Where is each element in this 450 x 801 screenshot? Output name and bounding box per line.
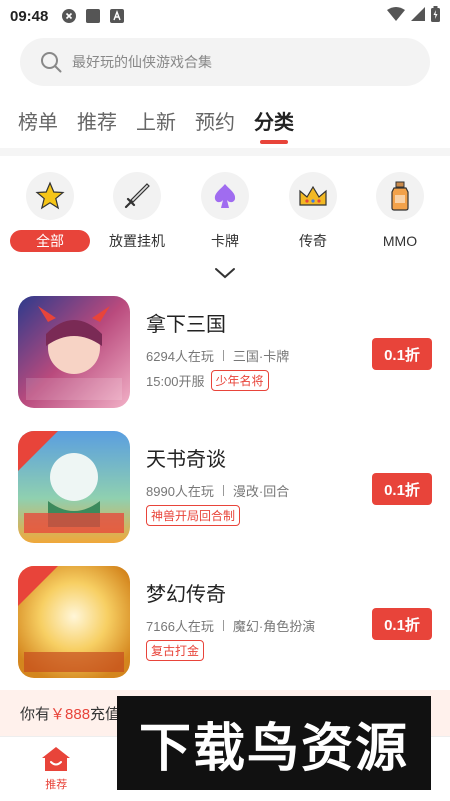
game-meta: 6294人在玩 三国·卡牌 [146,346,289,365]
tab-ranking[interactable]: 榜单 [18,106,58,135]
category-label: 传奇 [299,230,327,252]
category-label: 全部 [10,230,90,252]
game-tags: 15:00开服 少年名将 [146,370,269,391]
banner-amount: ￥888 [50,706,90,723]
category-label: 放置挂机 [109,230,165,252]
category-mmo[interactable]: MMO [355,172,445,252]
top-tabs: 榜单 推荐 上新 预约 分类 [18,106,294,135]
category-label: MMO [383,230,417,252]
category-label: 卡牌 [211,230,239,252]
font-notification-icon [110,9,124,23]
banner-suffix: 充值 [90,706,120,723]
game-tags: 复古打金 [146,640,204,661]
category-idle[interactable]: 放置挂机 [92,172,182,252]
game-tag: 少年名将 [211,370,269,391]
section-divider [0,148,450,156]
meta-divider [223,485,224,496]
game-list-item[interactable]: 天书奇谈 8990人在玩 漫改·回合 神兽开局回合制 0.1折 [0,431,450,549]
discount-badge[interactable]: 0.1折 [372,338,432,370]
banner-prefix: 你有 [20,706,50,723]
game-players: 6294人在玩 [146,346,214,365]
signal-icon [411,7,425,26]
tab-category[interactable]: 分类 [254,106,294,135]
crown-icon [297,183,329,209]
game-players: 8990人在玩 [146,481,214,500]
watermark-text: 下载鸟资源 [139,706,409,781]
game-tag: 神兽开局回合制 [146,505,240,526]
discount-badge[interactable]: 0.1折 [372,608,432,640]
blocked-notification-icon [62,9,76,23]
game-name: 梦幻传奇 [146,578,226,607]
search-placeholder: 最好玩的仙侠游戏合集 [72,52,212,72]
category-icon-wrapper [289,172,337,220]
game-open-time: 15:00开服 [146,371,205,390]
game-list-item[interactable]: 梦幻传奇 7166人在玩 魔幻·角色扮演 复古打金 0.1折 [0,566,450,684]
category-legend[interactable]: 传奇 [268,172,358,252]
category-icon-wrapper [26,172,74,220]
category-all[interactable]: 全部 [5,172,95,252]
battery-icon [431,6,440,27]
tab-reserve[interactable]: 预约 [195,106,235,135]
game-tag: 复古打金 [146,640,204,661]
app-notification-icon [86,9,100,23]
tab-recommend[interactable]: 推荐 [77,106,117,135]
game-thumbnail [18,566,130,678]
category-card[interactable]: 卡牌 [180,172,270,252]
banner-text: 你有￥888充值 [20,703,120,724]
game-name: 拿下三国 [146,308,226,337]
watermark-overlay: 下载鸟资源 [117,696,431,790]
meta-divider [223,620,224,631]
game-thumbnail [18,296,130,408]
game-meta: 7166人在玩 魔幻·角色扮演 [146,616,315,635]
status-bar: 09:48 [0,0,450,32]
wifi-icon [387,7,405,26]
game-thumbnail [18,431,130,543]
spade-card-icon [210,181,240,211]
status-time: 09:48 [10,8,48,25]
game-genre: 漫改·回合 [233,481,289,500]
game-genre: 三国·卡牌 [233,346,289,365]
game-name: 天书奇谈 [146,443,226,472]
game-meta: 8990人在玩 漫改·回合 [146,481,289,500]
search-bar[interactable]: 最好玩的仙侠游戏合集 [20,38,430,86]
chevron-down-icon[interactable] [214,266,236,280]
category-row: 全部 放置挂机 卡牌 传奇 MMO [0,172,450,252]
tab-new[interactable]: 上新 [136,106,176,135]
category-icon-wrapper [113,172,161,220]
game-list-item[interactable]: 拿下三国 6294人在玩 三国·卡牌 15:00开服 少年名将 0.1折 [0,296,450,414]
meta-divider [223,350,224,361]
search-icon [40,51,62,73]
star-icon [35,181,65,211]
category-icon-wrapper [376,172,424,220]
category-icon-wrapper [201,172,249,220]
nav-label: 推荐 [45,776,67,792]
game-tags: 神兽开局回合制 [146,505,240,526]
game-genre: 魔幻·角色扮演 [233,616,315,635]
home-icon [41,746,71,772]
nav-recommend[interactable]: 推荐 [0,737,113,801]
game-players: 7166人在玩 [146,616,214,635]
potion-icon [387,180,413,212]
sword-icon [122,181,152,211]
discount-badge[interactable]: 0.1折 [372,473,432,505]
